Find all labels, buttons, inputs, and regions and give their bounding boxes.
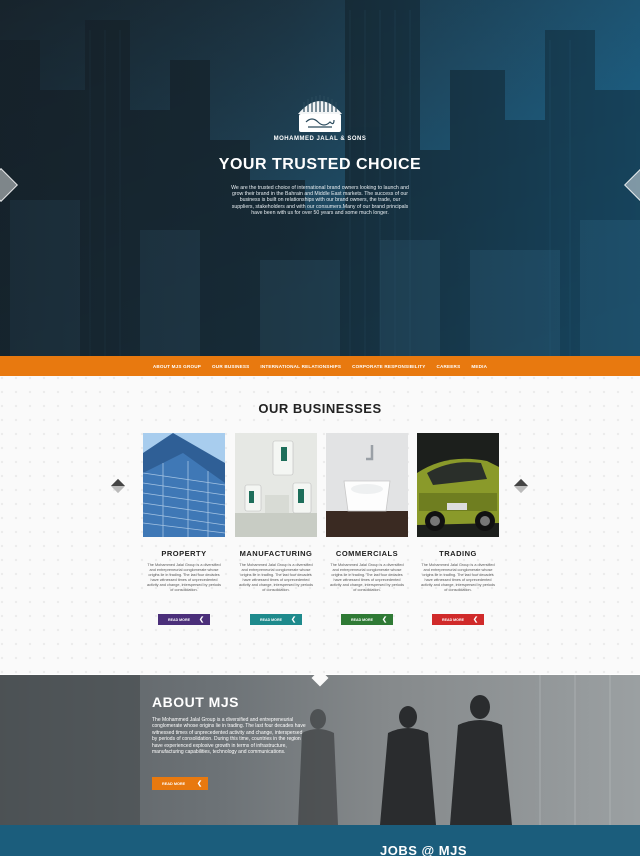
hero-overlay (0, 0, 640, 356)
card-text: The Mohammed Jalal Group is a diversifie… (420, 563, 496, 592)
card-text: The Mohammed Jalal Group is a diversifie… (238, 563, 314, 592)
button-label: READ MORE (442, 617, 464, 622)
main-nav: ABOUT MJS GROUP OUR BUSINESS INTERNATION… (0, 356, 640, 376)
card-title: PROPERTY (161, 549, 207, 558)
nav-item-international-relationships[interactable]: INTERNATIONAL RELATIONSHIPS (260, 364, 341, 369)
about-title: ABOUT MJS (152, 694, 239, 710)
commercials-image (326, 433, 408, 537)
office-people-image (0, 675, 611, 825)
hero-title: YOUR TRUSTED CHOICE (218, 156, 422, 173)
businesses-section (0, 376, 640, 674)
commercials-read-more-button[interactable]: READ MORE ❮ (341, 614, 393, 625)
company-logo-icon (298, 95, 342, 132)
button-label: READ MORE (162, 781, 186, 786)
trading-read-more-button[interactable]: READ MORE ❮ (432, 614, 484, 625)
hero-description: We are the trusted choice of internation… (231, 185, 409, 216)
brand-name: MOHAMMED JALAL & SONS (273, 136, 367, 142)
card-title: MANUFACTURING (239, 549, 313, 558)
about-read-more-button[interactable]: READ MORE ❮ (152, 777, 208, 790)
button-label: READ MORE (260, 617, 282, 622)
card-title: TRADING (439, 549, 477, 558)
property-image (143, 433, 225, 537)
business-card-property: PROPERTY The Mohammed Jalal Group is a d… (143, 433, 225, 625)
nav-item-media[interactable]: MEDIA (471, 364, 487, 369)
hero-banner (0, 0, 640, 356)
card-text: The Mohammed Jalal Group is a diversifie… (329, 563, 405, 592)
nav-item-our-business[interactable]: OUR BUSINESS (212, 364, 249, 369)
about-text: The Mohammed Jalal Group is a diversifie… (152, 717, 306, 756)
chevron-left-icon: ❮ (196, 781, 202, 787)
business-card-manufacturing: MANUFACTURING The Mohammed Jalal Group i… (235, 433, 317, 625)
manufacturing-image (235, 433, 317, 537)
card-title: COMMERCIALS (335, 549, 399, 558)
jobs-section (0, 825, 640, 856)
nav-item-about-mjs-group[interactable]: ABOUT MJS GROUP (153, 364, 201, 369)
manufacturing-read-more-button[interactable]: READ MORE ❮ (250, 614, 302, 625)
button-label: READ MORE (168, 617, 190, 622)
property-read-more-button[interactable]: READ MORE ❮ (158, 614, 210, 625)
businesses-title: OUR BUSINESSES (258, 401, 382, 416)
nav-item-careers[interactable]: CAREERS (436, 364, 460, 369)
business-card-trading: TRADING The Mohammed Jalal Group is a di… (417, 433, 499, 625)
card-text: The Mohammed Jalal Group is a diversifie… (146, 563, 222, 592)
chevron-left-icon: ❮ (290, 616, 296, 623)
button-label: READ MORE (351, 617, 373, 622)
about-section (0, 675, 640, 825)
chevron-left-icon: ❮ (381, 616, 387, 623)
nav-item-corporate-responsibility[interactable]: CORPORATE RESPONSIBILITY (352, 364, 425, 369)
chevron-left-icon: ❮ (472, 616, 478, 623)
trading-image (417, 433, 499, 537)
chevron-left-icon: ❮ (198, 616, 204, 623)
business-card-commercials: COMMERCIALS The Mohammed Jalal Group is … (326, 433, 408, 625)
